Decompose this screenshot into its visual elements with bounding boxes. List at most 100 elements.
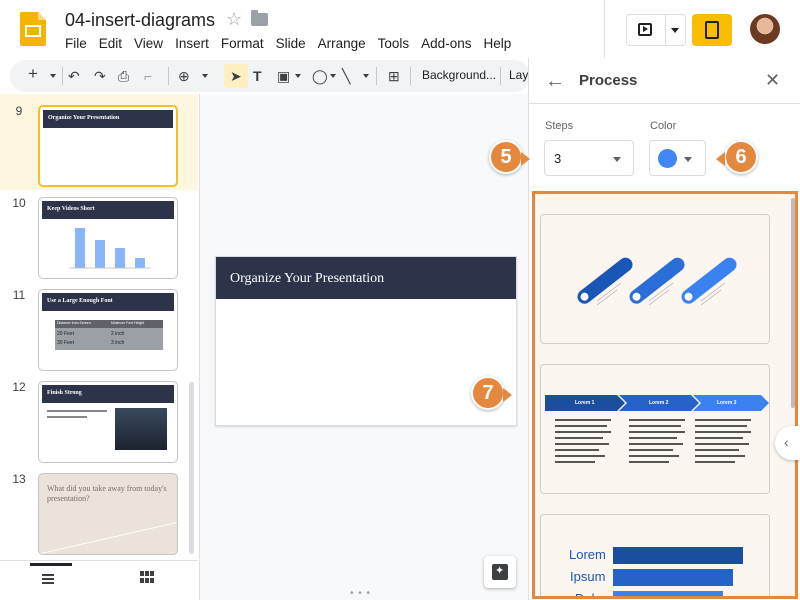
folder-icon[interactable] — [251, 10, 268, 26]
undo-icon[interactable]: ↶ — [68, 67, 80, 85]
text-box-icon[interactable]: T — [253, 67, 262, 85]
slide-thumbnail[interactable]: Finish Strong — [38, 381, 178, 463]
diagram-text-lines — [555, 419, 751, 463]
header-divider — [604, 0, 605, 62]
present-button[interactable] — [626, 14, 686, 46]
diagram-row-label: Ipsum — [570, 569, 606, 584]
thumb-decor-line — [39, 521, 177, 554]
chevron-down-icon — [613, 157, 621, 162]
thumb-table-cell: 20 Feet — [57, 331, 74, 337]
present-separator — [665, 15, 666, 45]
diagram-row-bar — [613, 547, 743, 564]
menu-edit[interactable]: Edit — [93, 36, 128, 51]
panel-divider — [529, 103, 800, 104]
thumb-table-header: Distance from Screen — [57, 321, 91, 325]
image-icon[interactable]: ▣ — [277, 67, 290, 85]
thumb-title-bar: Finish Strong — [42, 385, 174, 403]
back-arrow-icon[interactable]: ← — [545, 70, 565, 93]
explore-button[interactable] — [484, 556, 516, 588]
diagram-option[interactable]: Lorem 1 Lorem 2 Lorem 3 — [540, 364, 770, 494]
diagram-row-label: Dolo — [575, 591, 602, 599]
paint-format-icon[interactable]: ⌐ — [144, 67, 152, 85]
user-avatar[interactable] — [750, 14, 780, 44]
diagram-step-label: Lorem 1 — [575, 400, 595, 406]
slide-thumbnail[interactable]: Keep Videos Short — [38, 197, 178, 279]
shape-dropdown-icon[interactable] — [330, 74, 336, 78]
menu-slide[interactable]: Slide — [270, 36, 312, 51]
thumb-table-cell: 2 inch — [111, 331, 125, 337]
callout-badge: 6 — [716, 140, 758, 174]
menu-format[interactable]: Format — [215, 36, 270, 51]
thumb-title: Keep Videos Short — [47, 206, 95, 212]
thumb-text-line — [47, 410, 107, 412]
thumb-table-cell: 30 Feet — [57, 340, 74, 346]
grid-view-icon[interactable] — [140, 571, 154, 583]
slide-title[interactable]: Organize Your Presentation — [230, 271, 384, 287]
diagram-option[interactable] — [540, 214, 770, 344]
diagram-row-bar — [613, 591, 723, 596]
toolbar: + ↶ ↷ ⎙ ⌐ ⊕ ➤ T ▣ ◯ ╲ ⊞ Background... La… — [10, 60, 535, 92]
menu-view[interactable]: View — [128, 36, 169, 51]
star-icon[interactable]: ☆ — [226, 9, 242, 30]
diagram-panel: ← Process ✕ Steps Color 3 Lorem 1 Lorem … — [528, 58, 800, 600]
color-dropdown[interactable] — [649, 140, 706, 176]
thumb-table: Distance from Screen Minimum Font Height… — [55, 320, 163, 350]
present-icon — [638, 23, 652, 36]
menu-file[interactable]: File — [59, 36, 93, 51]
filmstrip-view-button[interactable] — [30, 563, 72, 589]
close-icon[interactable]: ✕ — [765, 70, 780, 91]
zoom-icon[interactable]: ⊕ — [178, 67, 190, 85]
diagram-list-scrollbar[interactable] — [791, 198, 795, 408]
present-dropdown-icon[interactable] — [671, 28, 679, 33]
menu-help[interactable]: Help — [477, 36, 517, 51]
select-cursor-icon: ➤ — [230, 68, 242, 84]
new-slide-dropdown-icon[interactable] — [50, 74, 56, 78]
thumb-title-bar: Keep Videos Short — [42, 201, 174, 219]
print-icon[interactable]: ⎙ — [118, 67, 129, 85]
diagram-step-label: Lorem 2 — [649, 400, 669, 406]
slide-number: 11 — [12, 288, 26, 302]
steps-dropdown[interactable]: 3 — [544, 140, 634, 176]
background-button[interactable]: Background... — [422, 68, 496, 82]
steps-label: Steps — [545, 120, 574, 132]
thumb-table-cell: 3 inch — [111, 340, 125, 346]
line-dropdown-icon[interactable] — [363, 74, 369, 78]
slide-title-bar: Organize Your Presentation — [216, 257, 516, 299]
insert-comment-icon[interactable]: ⊞ — [388, 67, 400, 85]
thumb-table-header: Minimum Font Height — [111, 321, 145, 325]
steps-value: 3 — [554, 151, 562, 166]
filmstrip-scrollbar[interactable] — [189, 382, 194, 554]
line-icon[interactable]: ╲ — [342, 67, 350, 85]
chevron-left-icon: ‹ — [784, 434, 789, 450]
image-dropdown-icon[interactable] — [295, 74, 301, 78]
slide-number: 9 — [15, 104, 23, 118]
new-slide-icon[interactable]: + — [28, 65, 38, 83]
menu-bar: File Edit View Insert Format Slide Arran… — [59, 36, 517, 51]
slide-filmstrip: 9 Organize Your Presentation 10 Keep Vid… — [0, 94, 198, 560]
app-header: 04-insert-diagrams ☆ File Edit View Inse… — [0, 0, 604, 60]
slides-logo-icon[interactable] — [20, 12, 46, 46]
slide-thumbnail[interactable]: What did you take away from today's pres… — [38, 473, 178, 555]
diagram-option[interactable]: Lorem Ipsum Dolo — [540, 514, 770, 599]
callout-badge: 5 — [489, 140, 530, 174]
menu-addons[interactable]: Add-ons — [415, 36, 477, 51]
slide-thumbnail[interactable]: Organize Your Presentation — [38, 105, 178, 187]
shape-icon[interactable]: ◯ — [312, 67, 328, 85]
panel-title: Process — [579, 72, 638, 89]
toolbar-separator — [500, 67, 501, 85]
resize-handle[interactable]: • • • — [350, 588, 371, 599]
diagram-row-bar — [613, 569, 733, 586]
menu-insert[interactable]: Insert — [169, 36, 215, 51]
menu-tools[interactable]: Tools — [372, 36, 416, 51]
meet-icon — [705, 21, 719, 39]
slide-thumbnail[interactable]: Use a Large Enough Font Distance from Sc… — [38, 289, 178, 371]
current-slide[interactable]: Organize Your Presentation — [215, 256, 517, 426]
callout-badge: 7 — [471, 376, 512, 410]
meet-button[interactable] — [692, 14, 732, 46]
menu-arrange[interactable]: Arrange — [312, 36, 372, 51]
toolbar-separator — [168, 67, 169, 85]
redo-icon[interactable]: ↷ — [94, 67, 106, 85]
toolbar-separator — [410, 67, 411, 85]
zoom-dropdown-icon[interactable] — [202, 74, 208, 78]
document-title[interactable]: 04-insert-diagrams — [65, 10, 215, 31]
